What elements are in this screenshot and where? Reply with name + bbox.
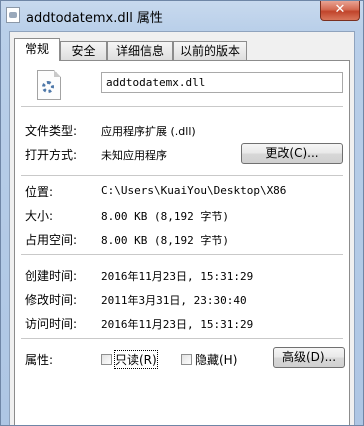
accessed-label: 访问时间: [25, 317, 78, 331]
size-value: 8.00 KB (8,192 字节) [101, 210, 229, 223]
file-type-label: 文件类型: [25, 124, 78, 138]
location-value: C:\Users\KuaiYou\Desktop\X86 [101, 184, 287, 197]
hidden-checkbox[interactable]: 隐藏(H) [181, 351, 237, 368]
size-on-disk-value: 8.00 KB (8,192 字节) [101, 234, 229, 247]
location-label: 位置: [25, 185, 54, 199]
tab-security[interactable]: 安全 [60, 41, 107, 60]
opens-with-label: 打开方式: [25, 148, 78, 162]
tab-previous-versions[interactable]: 以前的版本 [173, 41, 247, 60]
accessed-value: 2016年11月23日, 15:31:29 [101, 318, 254, 331]
readonly-checkbox-box[interactable] [101, 354, 112, 365]
readonly-label: 只读(R) [114, 350, 158, 369]
size-label: 大小: [25, 209, 54, 223]
hidden-label: 隐藏(H) [195, 353, 238, 367]
tab-details[interactable]: 详细信息 [107, 41, 173, 60]
window-title: addtodatemx.dll 属性 [26, 11, 163, 26]
close-button[interactable]: ✕ [320, 1, 360, 21]
file-type-value: 应用程序扩展 (.dll) [101, 125, 196, 138]
separator [21, 175, 343, 176]
file-name-input[interactable] [101, 72, 343, 93]
general-tab-panel: 文件类型: 应用程序扩展 (.dll) 打开方式: 未知应用程序 更改(C)..… [14, 60, 350, 425]
dll-file-icon [6, 7, 20, 23]
dialog-body: 常规 安全 详细信息 以前的版本 文件类型: 应用程序扩展 (.dll) 打开方… [9, 31, 355, 425]
tab-general[interactable]: 常规 [14, 38, 60, 61]
dll-file-gear-icon [37, 70, 61, 100]
modified-label: 修改时间: [25, 293, 78, 307]
title-bar[interactable]: addtodatemx.dll 属性 ✕ [1, 1, 363, 31]
separator [21, 254, 343, 255]
gear-icon [42, 81, 54, 93]
separator [21, 106, 343, 107]
created-value: 2016年11月23日, 15:31:29 [101, 270, 254, 283]
change-button[interactable]: 更改(C)... [241, 143, 343, 164]
hidden-checkbox-box[interactable] [181, 354, 192, 365]
opens-with-value: 未知应用程序 [101, 149, 167, 162]
size-on-disk-label: 占用空间: [25, 233, 78, 247]
modified-value: 2011年3月31日, 23:30:40 [101, 294, 247, 307]
separator [21, 338, 343, 339]
readonly-checkbox[interactable]: 只读(R) [101, 350, 158, 369]
properties-window: addtodatemx.dll 属性 ✕ 常规 安全 详细信息 以前的版本 文件… [0, 0, 364, 426]
created-label: 创建时间: [25, 269, 78, 283]
advanced-button[interactable]: 高级(D)... [273, 347, 345, 368]
attributes-label: 属性: [25, 353, 54, 367]
